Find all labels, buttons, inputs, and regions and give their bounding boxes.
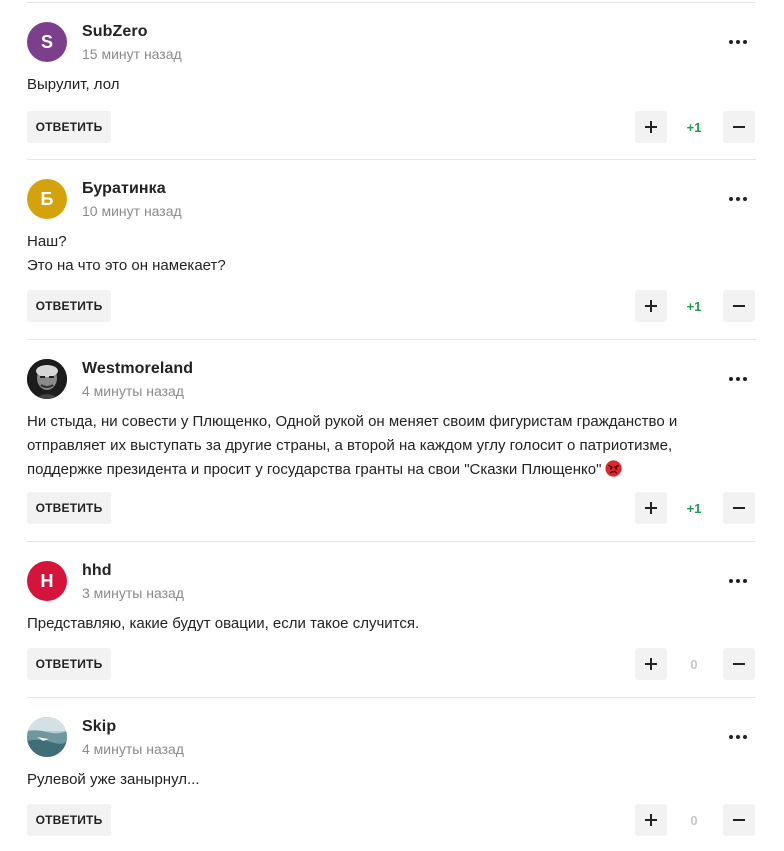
downvote-button[interactable] (723, 492, 755, 524)
comment-timestamp: 4 минуты назад (82, 383, 184, 399)
comment-text-line: поддержке президента и просит у государс… (27, 461, 602, 478)
comment-text: Наш? Это на что это он намекает? (27, 230, 727, 278)
comment-text-line: отправляет их выступать за другие страны… (27, 437, 673, 454)
comment-author[interactable]: hhd (82, 562, 112, 580)
reply-button[interactable]: ОТВЕТИТЬ (27, 111, 111, 143)
comment-author[interactable]: Skip (82, 718, 116, 736)
comment-text-line: Представляю, какие будут овации, если та… (27, 615, 420, 632)
minus-icon (733, 819, 745, 821)
reply-button[interactable]: ОТВЕТИТЬ (27, 648, 111, 680)
upvote-button[interactable] (635, 804, 667, 836)
comment-author[interactable]: SubZero (82, 23, 148, 41)
downvote-button[interactable] (723, 290, 755, 322)
comment-timestamp: 10 минут назад (82, 203, 182, 219)
plus-icon (645, 502, 657, 514)
plus-icon (645, 300, 657, 312)
comment-text: Рулевой уже занырнул... (27, 768, 727, 792)
comment: Б Буратинка 10 минут назад Наш? Это на ч… (27, 159, 756, 339)
downvote-button[interactable] (723, 804, 755, 836)
comment: S SubZero 15 минут назад Вырулит, лол ОТ… (27, 2, 756, 159)
avatar[interactable] (27, 359, 67, 399)
avatar[interactable] (27, 717, 67, 757)
upvote-button[interactable] (635, 290, 667, 322)
minus-icon (733, 663, 745, 665)
comment-text-line: Рулевой уже занырнул... (27, 771, 200, 788)
comment-timestamp: 3 минуты назад (82, 585, 184, 601)
minus-icon (733, 305, 745, 307)
rating-value: +1 (686, 500, 702, 516)
reply-button[interactable]: ОТВЕТИТЬ (27, 290, 111, 322)
avatar[interactable]: H (27, 561, 67, 601)
more-options-icon[interactable] (726, 569, 750, 593)
upvote-button[interactable] (635, 111, 667, 143)
plus-icon (645, 121, 657, 133)
comment: Westmoreland 4 минуты назад Ни стыда, ни… (27, 339, 756, 541)
reply-button[interactable]: ОТВЕТИТЬ (27, 804, 111, 836)
comment-feed: S SubZero 15 минут назад Вырулит, лол ОТ… (27, 0, 756, 851)
rating-value: +1 (686, 119, 702, 135)
comment-author[interactable]: Westmoreland (82, 360, 193, 378)
comment-text-line: Это на что это он намекает? (27, 257, 226, 274)
minus-icon (733, 126, 745, 128)
comment-text: Ни стыда, ни совести у Плющенко, Одной р… (27, 410, 727, 482)
plus-icon (645, 658, 657, 670)
plus-icon (645, 814, 657, 826)
downvote-button[interactable] (723, 111, 755, 143)
downvote-button[interactable] (723, 648, 755, 680)
comment-text-line: Вырулит, лол (27, 76, 120, 93)
more-options-icon[interactable] (726, 30, 750, 54)
comment-text-line: Наш? (27, 233, 67, 250)
rating-value: 0 (690, 812, 698, 828)
minus-icon (733, 507, 745, 509)
comment-text: Представляю, какие будут овации, если та… (27, 612, 727, 636)
portrait-photo-icon (27, 359, 67, 399)
more-options-icon[interactable] (726, 725, 750, 749)
comment: Skip 4 минуты назад Рулевой уже занырнул… (27, 697, 756, 851)
comment-author[interactable]: Буратинка (82, 180, 166, 198)
upvote-button[interactable] (635, 492, 667, 524)
more-options-icon[interactable] (726, 187, 750, 211)
comment-text: Вырулит, лол (27, 73, 727, 97)
sea-photo-icon (27, 717, 67, 757)
more-options-icon[interactable] (726, 367, 750, 391)
upvote-button[interactable] (635, 648, 667, 680)
comment-timestamp: 4 минуты назад (82, 741, 184, 757)
avatar[interactable]: S (27, 22, 67, 62)
rating-value: +1 (686, 298, 702, 314)
angry-face-emoji-icon (605, 460, 622, 477)
comment-timestamp: 15 минут назад (82, 46, 182, 62)
avatar[interactable]: Б (27, 179, 67, 219)
comment-text-line: Ни стыда, ни совести у Плющенко, Одной р… (27, 413, 678, 430)
rating-value: 0 (690, 656, 698, 672)
reply-button[interactable]: ОТВЕТИТЬ (27, 492, 111, 524)
comment: H hhd 3 минуты назад Представляю, какие … (27, 541, 756, 697)
